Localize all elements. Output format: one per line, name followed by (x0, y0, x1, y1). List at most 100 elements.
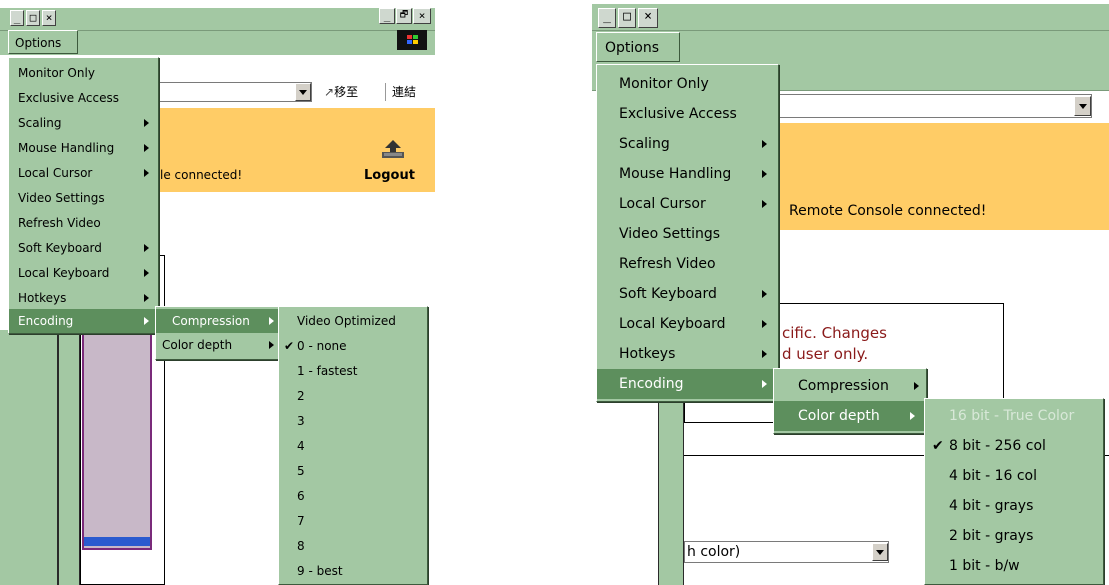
logout-button[interactable]: Logout (364, 168, 415, 183)
right-options-menu[interactable]: Options (596, 32, 680, 62)
submenu-arrow-icon (144, 169, 149, 177)
color-depth-option-2bit-grays[interactable]: 2 bit - grays (925, 521, 1103, 551)
compression-option-8[interactable]: 8 (279, 534, 427, 559)
left-close-button[interactable]: × (42, 10, 56, 26)
menu-item-label: 8 (297, 539, 305, 553)
menu-item-refresh-video[interactable]: Refresh Video (9, 211, 158, 236)
right-address-dropdown-button[interactable] (1074, 96, 1091, 116)
left-maximize-button[interactable]: □ (26, 10, 40, 26)
right-color-depth-submenu: 16 bit - True Color ✔ 8 bit - 256 col 4 b… (924, 398, 1104, 585)
menu-item-label: 6 (297, 489, 305, 503)
left-compression-submenu: Video Optimized ✔ 0 - none 1 - fastest 2 … (278, 306, 428, 585)
right-info-line1: cific. Changes (782, 324, 887, 342)
windows-logo-icon (397, 30, 427, 50)
submenu-arrow-icon (144, 119, 149, 127)
color-depth-option-8bit[interactable]: ✔ 8 bit - 256 col (925, 431, 1103, 461)
menu-item-refresh-video[interactable]: Refresh Video (597, 249, 778, 279)
menu-item-label: Color depth (798, 408, 880, 424)
links-label: 連結 (392, 85, 417, 99)
goto-label: 移至 (334, 85, 359, 99)
menu-item-scaling[interactable]: Scaling (9, 111, 158, 136)
right-minimize-button[interactable]: _ (598, 8, 616, 28)
menu-item-soft-keyboard[interactable]: Soft Keyboard (597, 279, 778, 309)
menu-item-label: 16 bit - True Color (949, 408, 1075, 424)
menu-item-label: 9 - best (297, 564, 343, 578)
compression-option-4[interactable]: 4 (279, 434, 427, 459)
browser-minimize-button[interactable]: _ (379, 8, 395, 24)
right-maximize-button[interactable]: □ (618, 8, 636, 28)
submenu-item-color-depth[interactable]: Color depth (774, 401, 926, 431)
left-options-menu[interactable]: Options (8, 30, 78, 54)
color-depth-option-4bit-grays[interactable]: 4 bit - grays (925, 491, 1103, 521)
menu-item-encoding[interactable]: Encoding (9, 309, 158, 333)
compression-option-2[interactable]: 2 (279, 384, 427, 409)
menu-item-exclusive-access[interactable]: Exclusive Access (597, 99, 778, 129)
compression-option-0[interactable]: ✔ 0 - none (279, 334, 427, 359)
menu-item-monitor-only[interactable]: Monitor Only (9, 61, 158, 86)
menu-item-video-settings[interactable]: Video Settings (9, 186, 158, 211)
compression-option-3[interactable]: 3 (279, 409, 427, 434)
submenu-item-compression[interactable]: Compression (156, 309, 278, 333)
left-minimize-button[interactable]: _ (10, 10, 24, 26)
color-depth-option-16bit: 16 bit - True Color (925, 401, 1103, 431)
menu-item-video-settings[interactable]: Video Settings (597, 219, 778, 249)
menu-item-label: Mouse Handling (619, 166, 732, 182)
menu-item-label: Hotkeys (619, 346, 676, 362)
menu-item-mouse-handling[interactable]: Mouse Handling (9, 136, 158, 161)
submenu-arrow-icon (269, 341, 274, 349)
menu-item-label: 4 bit - grays (949, 498, 1034, 514)
address-input[interactable] (150, 82, 312, 102)
left-lower-strip (0, 330, 58, 585)
menu-item-label: Video Settings (18, 191, 105, 205)
right-color-select-dropdown-button[interactable] (872, 543, 888, 561)
menu-item-label: 1 - fastest (297, 364, 358, 378)
compression-option-9[interactable]: 9 - best (279, 559, 427, 584)
menu-item-label: Compression (172, 314, 250, 328)
menu-item-exclusive-access[interactable]: Exclusive Access (9, 86, 158, 111)
menu-item-hotkeys[interactable]: Hotkeys (597, 339, 778, 369)
submenu-arrow-icon (914, 382, 919, 390)
compression-option-5[interactable]: 5 (279, 459, 427, 484)
submenu-arrow-icon (762, 320, 767, 328)
menu-item-label: Mouse Handling (18, 141, 115, 155)
menu-item-scaling[interactable]: Scaling (597, 129, 778, 159)
browser-restore-button[interactable]: 🗗 (396, 8, 412, 24)
menu-item-soft-keyboard[interactable]: Soft Keyboard (9, 236, 158, 261)
menu-item-label: Scaling (18, 116, 62, 130)
menu-item-mouse-handling[interactable]: Mouse Handling (597, 159, 778, 189)
compression-option-video-optimized[interactable]: Video Optimized (279, 309, 427, 334)
compression-option-1[interactable]: 1 - fastest (279, 359, 427, 384)
menu-item-encoding[interactable]: Encoding (597, 369, 778, 399)
browser-close-button[interactable]: × (413, 8, 431, 24)
menu-item-label: Encoding (619, 376, 684, 392)
menu-item-local-cursor[interactable]: Local Cursor (597, 189, 778, 219)
submenu-arrow-icon (144, 317, 149, 325)
color-depth-option-4bit-16col[interactable]: 4 bit - 16 col (925, 461, 1103, 491)
menu-item-hotkeys[interactable]: Hotkeys (9, 286, 158, 311)
submenu-item-color-depth[interactable]: Color depth (156, 333, 278, 357)
menu-item-local-keyboard[interactable]: Local Keyboard (9, 261, 158, 286)
menu-item-local-keyboard[interactable]: Local Keyboard (597, 309, 778, 339)
menu-item-label: 5 (297, 464, 305, 478)
menu-item-label: Local Keyboard (18, 266, 110, 280)
right-status-text: Remote Console connected! (789, 203, 987, 219)
menu-item-label: Hotkeys (18, 291, 67, 305)
menu-item-label: Soft Keyboard (619, 286, 717, 302)
right-address-input[interactable] (752, 94, 1092, 118)
right-close-button[interactable]: × (638, 8, 658, 28)
right-color-select[interactable]: h color) (684, 541, 889, 563)
color-depth-option-1bit[interactable]: 1 bit - b/w (925, 551, 1103, 581)
left-title-strip (0, 8, 435, 30)
goto-button[interactable]: ↗移至 (324, 83, 376, 101)
menu-item-label: 3 (297, 414, 305, 428)
address-dropdown-button[interactable] (295, 83, 311, 101)
menu-item-local-cursor[interactable]: Local Cursor (9, 161, 158, 186)
links-button[interactable]: 連結 (385, 83, 435, 101)
submenu-arrow-icon (144, 244, 149, 252)
submenu-item-compression[interactable]: Compression (774, 371, 926, 401)
menu-item-label: 2 bit - grays (949, 528, 1034, 544)
menu-item-monitor-only[interactable]: Monitor Only (597, 69, 778, 99)
compression-option-6[interactable]: 6 (279, 484, 427, 509)
right-panel: _ □ × Options Remote Console connected! … (592, 0, 1109, 585)
compression-option-7[interactable]: 7 (279, 509, 427, 534)
